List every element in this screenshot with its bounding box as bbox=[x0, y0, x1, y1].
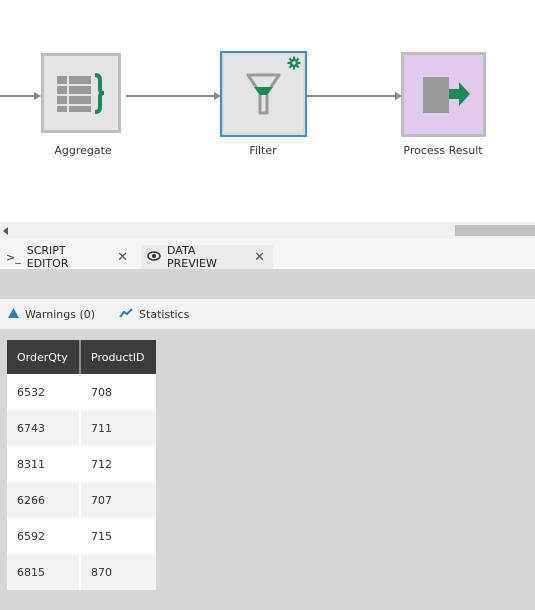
tab-label: SCRIPT EDITOR bbox=[26, 244, 69, 270]
cell-productid: 715 bbox=[80, 518, 156, 554]
cell-orderqty: 6815 bbox=[7, 554, 81, 590]
terminal-icon: >_ bbox=[6, 250, 21, 264]
trend-line-icon bbox=[119, 307, 133, 321]
cell-orderqty: 6743 bbox=[7, 410, 81, 446]
cell-productid: 708 bbox=[80, 374, 156, 410]
cell-orderqty: 6266 bbox=[7, 482, 81, 518]
process-result-node[interactable] bbox=[401, 52, 486, 137]
cell-orderqty: 6532 bbox=[7, 374, 81, 410]
filter-node-label: Filter bbox=[249, 144, 277, 157]
cell-productid: 707 bbox=[80, 482, 156, 518]
table-braces-icon bbox=[57, 73, 105, 114]
cell-orderqty: 6592 bbox=[7, 518, 81, 554]
cell-productid: 712 bbox=[80, 446, 156, 482]
table-header-row: OrderQty ProductID bbox=[7, 340, 156, 374]
trend-line-icon-svg bbox=[119, 307, 133, 318]
connector-line bbox=[126, 95, 214, 97]
aggregate-node-label: Aggregate bbox=[54, 144, 112, 157]
warnings-label: Warnings (0) bbox=[25, 307, 96, 321]
preview-toolbar: Warnings (0) Statistics bbox=[0, 299, 535, 329]
flow-canvas[interactable]: Aggregate Filter Process Result bbox=[0, 0, 535, 222]
warning-triangle-icon bbox=[8, 307, 19, 321]
gear-icon[interactable] bbox=[287, 56, 301, 70]
data-preview-icon bbox=[147, 250, 161, 265]
preview-header-strip bbox=[0, 269, 535, 299]
column-header-orderqty[interactable]: OrderQty bbox=[7, 340, 81, 374]
scrollbar-thumb[interactable] bbox=[455, 225, 535, 236]
export-arrow-icon bbox=[423, 77, 470, 113]
cell-orderqty: 8311 bbox=[7, 446, 81, 482]
tab-script-editor[interactable]: >_ SCRIPT EDITOR ✕ bbox=[0, 244, 136, 270]
canvas-horizontal-scrollbar[interactable] bbox=[0, 222, 535, 239]
connector-line bbox=[0, 95, 34, 97]
table-row[interactable]: 6743 711 bbox=[7, 410, 156, 446]
tab-label: DATA PREVIEW bbox=[167, 244, 217, 270]
close-icon[interactable]: ✕ bbox=[254, 250, 265, 265]
tab-data-preview[interactable]: DATA PREVIEW ✕ bbox=[141, 244, 273, 270]
table-row[interactable]: 8311 712 bbox=[7, 446, 156, 482]
cell-productid: 711 bbox=[80, 410, 156, 446]
filter-node[interactable] bbox=[220, 51, 307, 137]
bottom-tab-bar: >_ SCRIPT EDITOR ✕ DATA PREVIEW ✕ bbox=[0, 239, 535, 270]
cell-productid: 870 bbox=[80, 554, 156, 590]
process-result-node-label: Process Result bbox=[403, 144, 483, 157]
warning-triangle-icon-svg bbox=[8, 307, 19, 318]
scroll-left-icon[interactable] bbox=[3, 227, 8, 235]
statistics-label: Statistics bbox=[139, 307, 190, 321]
table-row[interactable]: 6815 870 bbox=[7, 554, 156, 590]
table-row[interactable]: 6532 708 bbox=[7, 374, 156, 410]
warnings-button[interactable]: Warnings (0) bbox=[8, 307, 96, 321]
statistics-button[interactable]: Statistics bbox=[119, 308, 189, 321]
connector-arrowhead bbox=[34, 92, 41, 100]
data-preview-table: OrderQty ProductID 6532 708 6743 711 831… bbox=[7, 340, 156, 590]
column-header-productid[interactable]: ProductID bbox=[80, 340, 156, 374]
table-row[interactable]: 6592 715 bbox=[7, 518, 156, 554]
data-preview-icon-svg bbox=[147, 250, 161, 261]
close-icon[interactable]: ✕ bbox=[117, 250, 128, 265]
aggregate-node[interactable] bbox=[41, 53, 121, 133]
connector-line bbox=[307, 95, 395, 97]
table-row[interactable]: 6266 707 bbox=[7, 482, 156, 518]
